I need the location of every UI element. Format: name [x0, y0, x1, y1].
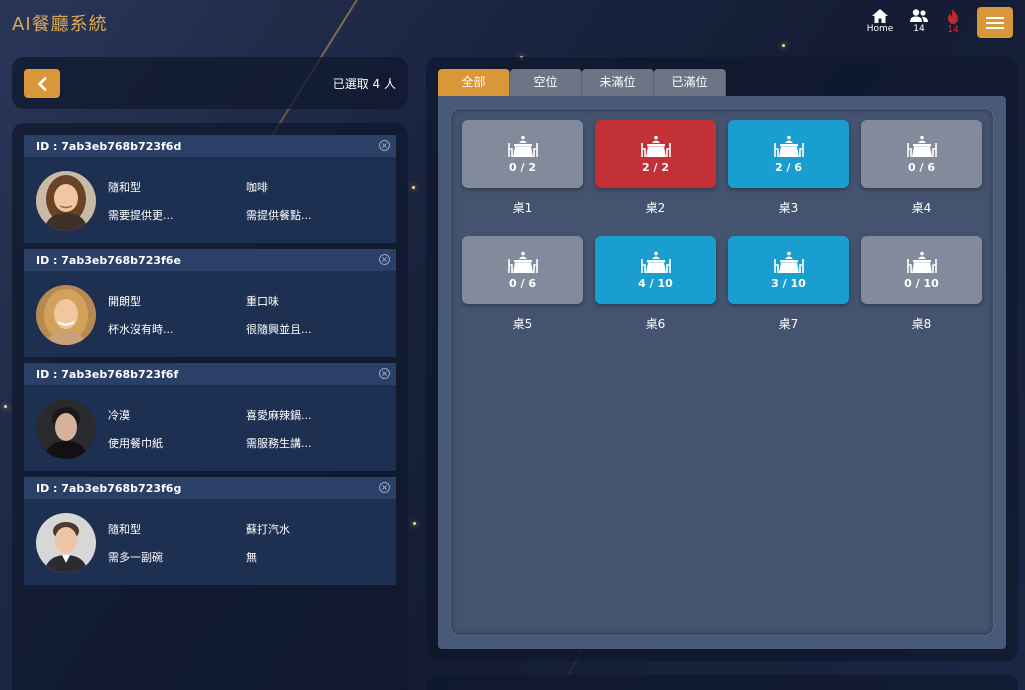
- home-nav-label: Home: [866, 24, 894, 34]
- alert-nav-button[interactable]: 14: [938, 9, 968, 35]
- dining-table-icon: [640, 251, 671, 273]
- customer-trait: 使用餐巾紙: [108, 437, 163, 450]
- selection-bar: 已選取 4 人: [12, 57, 408, 109]
- people-icon: [910, 9, 928, 22]
- close-circle-icon[interactable]: ×: [379, 140, 390, 151]
- people-nav-button[interactable]: 14: [904, 9, 934, 34]
- table-tile[interactable]: 2 / 6: [728, 120, 849, 188]
- customer-card-header: ID : 7ab3eb768b723f6d ×: [24, 135, 396, 157]
- customer-trait: 需要提供更...: [108, 209, 174, 222]
- customer-id: ID : 7ab3eb768b723f6g: [36, 481, 182, 495]
- table-occupancy: 2 / 6: [775, 160, 802, 174]
- customer-trait: 開朗型: [108, 295, 141, 308]
- customer-id: ID : 7ab3eb768b723f6f: [36, 367, 179, 381]
- customer-trait: 很隨興並且...: [246, 323, 312, 336]
- table-tile[interactable]: 2 / 2: [595, 120, 716, 188]
- dining-table-icon: [773, 251, 804, 273]
- customer-trait: 無: [246, 551, 257, 564]
- customer-trait: 需提供餐點...: [246, 209, 312, 222]
- tab-empty[interactable]: 空位: [510, 69, 582, 96]
- flame-icon: [948, 9, 958, 24]
- table-occupancy: 0 / 6: [509, 276, 536, 290]
- table-tile[interactable]: 0 / 6: [462, 236, 583, 304]
- app-title: AI餐廳系統: [12, 14, 108, 35]
- customer-card[interactable]: ID : 7ab3eb768b723f6e × 開朗型 重口味 杯水沒有時...…: [24, 249, 396, 357]
- customer-trait: 需服務生講...: [246, 437, 312, 450]
- table-tile[interactable]: 3 / 10: [728, 236, 849, 304]
- customer-trait: 冷漠: [108, 409, 130, 422]
- table-occupancy: 0 / 6: [908, 160, 935, 174]
- table-name: 桌3: [778, 201, 799, 215]
- table-occupancy: 0 / 10: [904, 276, 939, 290]
- dining-table-icon: [906, 251, 937, 273]
- avatar: [36, 171, 96, 231]
- hamburger-menu-button[interactable]: [977, 7, 1013, 38]
- customer-trait: 隨和型: [108, 181, 141, 194]
- close-circle-icon[interactable]: ×: [379, 254, 390, 265]
- dining-table-icon: [507, 251, 538, 273]
- customer-card-header: ID : 7ab3eb768b723f6f ×: [24, 363, 396, 385]
- table-tile[interactable]: 0 / 10: [861, 236, 982, 304]
- back-button[interactable]: [24, 69, 60, 98]
- chevron-left-icon: [38, 76, 47, 91]
- customer-card[interactable]: ID : 7ab3eb768b723f6d × 隨和型 咖啡 需要提供更... …: [24, 135, 396, 243]
- home-icon: [872, 9, 888, 23]
- selected-count: 已選取 4 人: [332, 77, 396, 91]
- dining-table-icon: [507, 135, 538, 157]
- dining-table-icon: [640, 135, 671, 157]
- customer-card-header: ID : 7ab3eb768b723f6e ×: [24, 249, 396, 271]
- table-name: 桌6: [645, 317, 666, 331]
- customer-trait: 蘇打汽水: [246, 523, 290, 536]
- table-occupancy: 3 / 10: [771, 276, 806, 290]
- table-name: 桌8: [911, 317, 932, 331]
- customer-id: ID : 7ab3eb768b723f6d: [36, 139, 182, 153]
- background-sparkle: [413, 522, 416, 525]
- people-count: 14: [913, 24, 925, 34]
- customer-trait: 喜愛麻辣鍋...: [246, 409, 312, 422]
- customer-id: ID : 7ab3eb768b723f6e: [36, 253, 181, 267]
- close-circle-icon[interactable]: ×: [379, 482, 390, 493]
- customer-card[interactable]: ID : 7ab3eb768b723f6g × 隨和型 蘇打汽水 需多一副碗 無: [24, 477, 396, 585]
- home-nav-button[interactable]: Home: [865, 9, 895, 34]
- background-sparkle: [412, 186, 415, 189]
- customer-trait: 咖啡: [246, 181, 268, 194]
- tab-not-full[interactable]: 未滿位: [582, 69, 654, 96]
- table-name: 桌4: [911, 201, 932, 215]
- background-sparkle: [4, 405, 7, 408]
- table-name: 桌5: [512, 317, 533, 331]
- alert-count: 14: [947, 25, 959, 35]
- hamburger-menu-icon: [986, 14, 1004, 32]
- table-tile[interactable]: 4 / 10: [595, 236, 716, 304]
- avatar: [36, 285, 96, 345]
- background-sparkle: [782, 44, 785, 47]
- customer-card[interactable]: ID : 7ab3eb768b723f6f × 冷漠 喜愛麻辣鍋... 使用餐巾…: [24, 363, 396, 471]
- tab-all[interactable]: 全部: [438, 69, 510, 96]
- avatar: [36, 399, 96, 459]
- table-tile[interactable]: 0 / 2: [462, 120, 583, 188]
- tab-full[interactable]: 已滿位: [654, 69, 726, 96]
- customer-trait: 需多一副碗: [108, 551, 163, 564]
- table-name: 桌2: [645, 201, 666, 215]
- avatar: [36, 513, 96, 573]
- dining-table-icon: [906, 135, 937, 157]
- bottom-panel-edge: [426, 675, 1018, 690]
- customer-trait: 重口味: [246, 295, 279, 308]
- top-bar: AI餐廳系統 Home 14 14: [0, 0, 1025, 44]
- table-occupancy: 4 / 10: [638, 276, 673, 290]
- customer-card-header: ID : 7ab3eb768b723f6g ×: [24, 477, 396, 499]
- table-occupancy: 2 / 2: [642, 160, 669, 174]
- table-filter-tabs: 全部 空位 未滿位 已滿位: [438, 69, 726, 96]
- table-occupancy: 0 / 2: [509, 160, 536, 174]
- customer-trait: 隨和型: [108, 523, 141, 536]
- table-name: 桌7: [778, 317, 799, 331]
- dining-table-icon: [773, 135, 804, 157]
- close-circle-icon[interactable]: ×: [379, 368, 390, 379]
- table-tile[interactable]: 0 / 6: [861, 120, 982, 188]
- table-name: 桌1: [512, 201, 533, 215]
- customer-trait: 杯水沒有時...: [108, 323, 174, 336]
